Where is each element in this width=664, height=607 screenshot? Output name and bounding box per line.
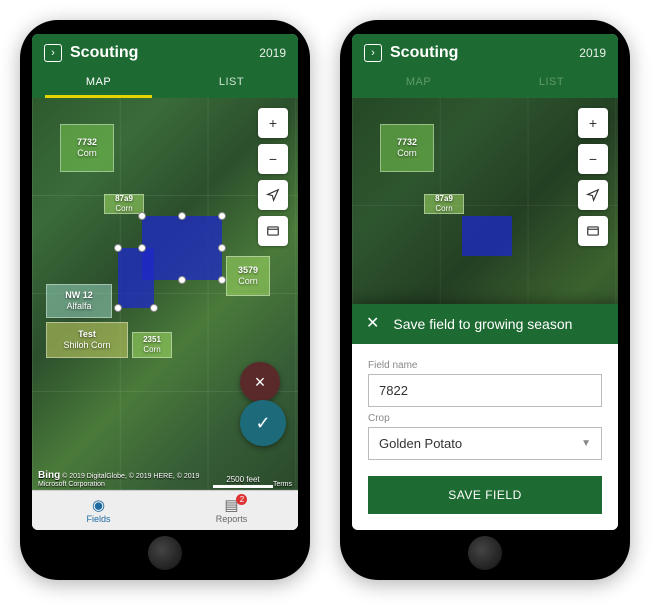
polygon-handle[interactable] <box>178 276 186 284</box>
field-87a9[interactable]: 87a9Corn <box>104 194 144 214</box>
tab-map[interactable]: MAP <box>32 68 165 98</box>
drawn-polygon[interactable] <box>142 216 222 280</box>
fields-icon: ◉ <box>32 496 165 514</box>
page-title: Scouting <box>70 44 251 62</box>
polygon-handle[interactable] <box>138 244 146 252</box>
year-selector[interactable]: 2019 <box>259 46 286 60</box>
drawn-polygon[interactable] <box>118 248 154 308</box>
field-name-label: Field name <box>368 360 602 371</box>
zoom-in-button[interactable]: + <box>258 108 288 138</box>
polygon-handle[interactable] <box>114 244 122 252</box>
terms-link[interactable]: Terms <box>273 481 292 488</box>
back-icon[interactable]: › <box>364 44 382 62</box>
reports-badge: 2 <box>236 494 247 505</box>
page-title: Scouting <box>390 44 571 62</box>
map-controls: + − <box>578 108 608 246</box>
tab-list[interactable]: LIST <box>165 68 298 98</box>
map-canvas[interactable]: 7732Corn 87a9Corn + − ✕ Save field to gr… <box>352 98 618 530</box>
chevron-down-icon: ▼ <box>581 438 591 449</box>
close-icon[interactable]: ✕ <box>366 316 379 332</box>
zoom-out-button[interactable]: − <box>578 144 608 174</box>
tab-list[interactable]: LIST <box>485 68 618 98</box>
app-header: › Scouting 2019 MAP LIST <box>32 34 298 98</box>
field-3579[interactable]: 3579Corn <box>226 256 270 296</box>
home-button[interactable] <box>148 536 182 570</box>
polygon-handle[interactable] <box>218 212 226 220</box>
polygon-handle[interactable] <box>114 304 122 312</box>
field-nw12[interactable]: NW 12Alfalfa <box>46 284 112 318</box>
year-selector[interactable]: 2019 <box>579 46 606 60</box>
confirm-draw-button[interactable]: ✓ <box>240 400 286 446</box>
polygon-handle[interactable] <box>150 304 158 312</box>
field-87a9[interactable]: 87a9Corn <box>424 194 464 214</box>
polygon-handle[interactable] <box>178 212 186 220</box>
view-tabs: MAP LIST <box>32 68 298 98</box>
polygon-handle[interactable] <box>218 244 226 252</box>
polygon-handle[interactable] <box>218 276 226 284</box>
zoom-out-button[interactable]: − <box>258 144 288 174</box>
save-field-modal: ✕ Save field to growing season Field nam… <box>352 304 618 530</box>
field-name-input[interactable] <box>368 374 602 407</box>
scale-bar: 2500 feet <box>213 475 273 488</box>
crop-select[interactable]: Golden Potato ▼ <box>368 427 602 460</box>
modal-title: Save field to growing season <box>393 316 572 332</box>
map-controls: + − <box>258 108 288 246</box>
save-field-button[interactable]: SAVE FIELD <box>368 476 602 514</box>
zoom-in-button[interactable]: + <box>578 108 608 138</box>
locate-button[interactable] <box>578 180 608 210</box>
nav-fields[interactable]: ◉ Fields <box>32 491 165 530</box>
polygon-handle[interactable] <box>138 212 146 220</box>
cancel-draw-button[interactable]: × <box>240 362 280 402</box>
drawn-polygon[interactable] <box>462 216 512 256</box>
bottom-nav: ◉ Fields ▤2 Reports <box>32 490 298 530</box>
view-tabs: MAP LIST <box>352 68 618 98</box>
locate-button[interactable] <box>258 180 288 210</box>
crop-label: Crop <box>368 413 602 424</box>
home-button[interactable] <box>468 536 502 570</box>
field-7732[interactable]: 7732Corn <box>380 124 434 172</box>
field-2351[interactable]: 2351Corn <box>132 332 172 358</box>
layers-button[interactable] <box>578 216 608 246</box>
map-attribution: Bing © 2019 DigitalGlobe, © 2019 HERE, ©… <box>38 470 292 488</box>
app-header: › Scouting 2019 MAP LIST <box>352 34 618 98</box>
layers-button[interactable] <box>258 216 288 246</box>
tab-map[interactable]: MAP <box>352 68 485 98</box>
map-canvas[interactable]: 7732Corn 87a9Corn 3579Corn NW 12Alf <box>32 98 298 490</box>
nav-reports[interactable]: ▤2 Reports <box>165 491 298 530</box>
reports-icon: ▤2 <box>165 496 298 514</box>
field-7732[interactable]: 7732Corn <box>60 124 114 172</box>
back-icon[interactable]: › <box>44 44 62 62</box>
bing-logo: Bing <box>38 470 60 481</box>
field-test[interactable]: TestShiloh Corn <box>46 322 128 358</box>
